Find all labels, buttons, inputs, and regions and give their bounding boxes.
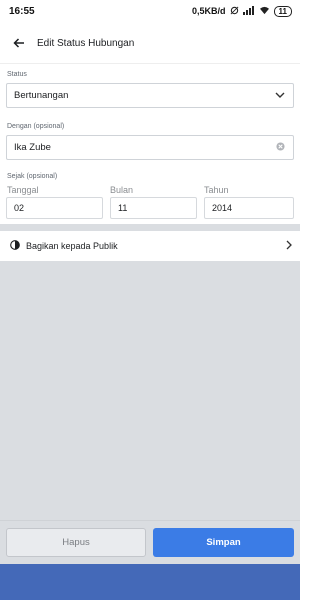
battery-indicator: 11 [273,5,292,17]
status-label: Status [7,71,27,78]
status-bar: 16:55 0,5KB/d 11 [0,0,300,22]
net-speed: 0,5KB/d [192,6,226,16]
day-value: 02 [14,203,25,213]
status-value: Bertunangan [14,90,69,101]
month-value: 11 [118,203,128,213]
header-divider [0,63,300,64]
content-background [0,224,300,564]
wifi-icon [259,6,270,17]
app-header: Edit Status Hubungan [0,28,300,58]
system-nav-bar [0,564,300,600]
page-title: Edit Status Hubungan [37,37,135,49]
month-header: Bulan [110,185,134,195]
chevron-down-icon [275,90,285,101]
globe-icon [10,240,20,252]
back-arrow-icon[interactable] [10,34,28,52]
month-field[interactable]: 11 [110,197,197,219]
partner-value: Ika Zube [14,142,51,153]
year-header: Tahun [204,185,229,195]
partner-input[interactable]: Ika Zube [6,135,294,160]
day-field[interactable]: 02 [6,197,103,219]
day-header: Tanggal [7,185,39,195]
status-indicators: 0,5KB/d 11 [192,5,292,17]
delete-button[interactable]: Hapus [6,528,146,557]
save-button[interactable]: Simpan [153,528,294,557]
signal-icon [242,5,255,17]
year-field[interactable]: 2014 [204,197,294,219]
audience-label: Bagikan kepada Publik [26,241,118,251]
status-time: 16:55 [9,5,35,17]
year-value: 2014 [212,203,233,213]
sync-icon [230,6,239,17]
audience-selector[interactable]: Bagikan kepada Publik [0,231,300,261]
clear-icon[interactable] [276,141,285,154]
since-label: Sejak (opsional) [7,173,58,180]
with-label: Dengan (opsional) [7,123,65,130]
status-select[interactable]: Bertunangan [6,83,294,108]
chevron-right-icon [286,240,292,252]
